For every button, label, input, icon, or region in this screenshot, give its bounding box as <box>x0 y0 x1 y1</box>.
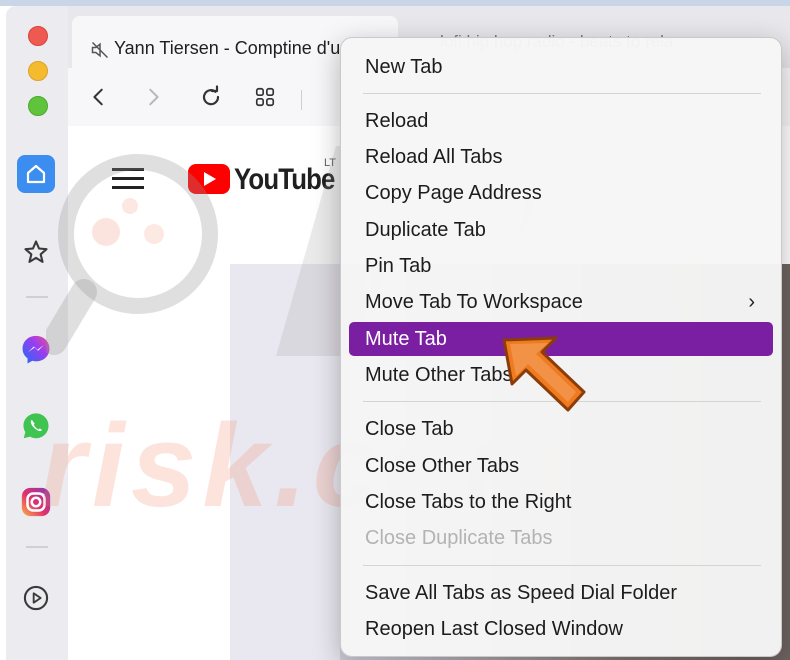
menu-item-new-tab[interactable]: New Tab <box>349 50 773 84</box>
sidebar <box>6 6 69 660</box>
star-icon <box>24 240 48 263</box>
menu-separator <box>363 565 761 566</box>
sidebar-messenger-button[interactable] <box>16 330 56 370</box>
sidebar-divider <box>26 546 48 548</box>
chevron-right-icon: › <box>748 291 755 313</box>
menu-item-duplicate-tab[interactable]: Duplicate Tab <box>349 213 773 247</box>
browser-window: Yann Tiersen - Comptine d'u lofi hip hop… <box>6 6 790 660</box>
sidebar-bookmarks-button[interactable] <box>16 232 56 272</box>
youtube-logo-icon[interactable] <box>188 164 230 194</box>
tiles-icon <box>255 87 275 107</box>
menu-item-label: Move Tab To Workspace <box>365 291 583 313</box>
sidebar-whatsapp-button[interactable] <box>16 406 56 446</box>
messenger-icon <box>22 335 50 364</box>
menu-item-save-all-tabs-speed-dial[interactable]: Save All Tabs as Speed Dial Folder <box>349 576 773 610</box>
pointer-arrow-icon <box>502 336 586 412</box>
forward-button[interactable] <box>138 82 168 112</box>
instagram-icon <box>21 487 51 517</box>
menu-item-close-other-tabs[interactable]: Close Other Tabs <box>349 449 773 483</box>
home-icon <box>26 164 46 184</box>
menu-item-close-duplicate-tabs: Close Duplicate Tabs <box>365 527 553 549</box>
menu-item-copy-page-address[interactable]: Copy Page Address <box>349 176 773 210</box>
menu-item-pin-tab[interactable]: Pin Tab <box>349 249 773 283</box>
tab-title: Yann Tiersen - Comptine d'u <box>114 38 341 58</box>
sidebar-instagram-button[interactable] <box>16 482 56 522</box>
menu-item-reload-all-tabs[interactable]: Reload All Tabs <box>349 140 773 174</box>
menu-item-move-tab-to-workspace[interactable]: Move Tab To Workspace › <box>349 285 773 319</box>
tiles-button[interactable] <box>250 82 280 112</box>
menu-item-reopen-last-closed-window[interactable]: Reopen Last Closed Window <box>349 612 773 646</box>
zoom-window-button[interactable] <box>28 96 48 116</box>
menu-item-reload[interactable]: Reload <box>349 104 773 138</box>
menu-separator <box>363 93 761 94</box>
sidebar-home-button[interactable] <box>16 154 56 194</box>
forward-icon <box>149 88 159 106</box>
toolbar-divider <box>301 90 302 110</box>
hamburger-icon[interactable] <box>112 166 144 192</box>
video-thumbnail-edge <box>230 264 340 660</box>
reload-icon <box>202 85 220 106</box>
menu-item-close-tabs-to-the-right[interactable]: Close Tabs to the Right <box>349 485 773 519</box>
back-button[interactable] <box>84 82 114 112</box>
back-icon <box>93 88 103 106</box>
minimize-window-button[interactable] <box>28 61 48 81</box>
youtube-region-label: LT <box>324 157 337 169</box>
youtube-logo-text: YouTube <box>234 163 335 196</box>
speaker-icon[interactable] <box>90 40 110 60</box>
sidebar-divider <box>26 296 48 298</box>
reload-button[interactable] <box>196 82 226 112</box>
close-window-button[interactable] <box>28 26 48 46</box>
play-icon <box>23 585 49 611</box>
sidebar-media-button[interactable] <box>16 578 56 618</box>
whatsapp-icon <box>23 413 49 439</box>
